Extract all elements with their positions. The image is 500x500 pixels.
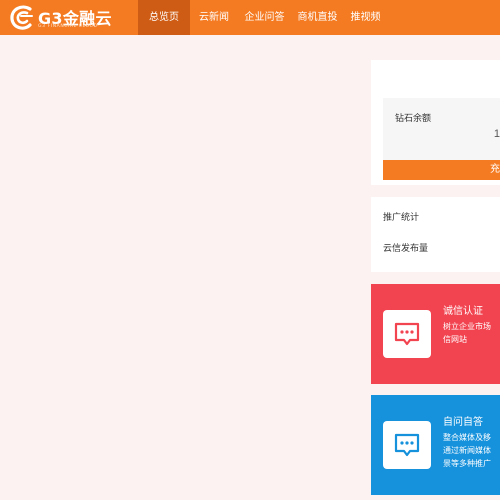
nav-tab-overview[interactable]: 总览页 [138,0,190,35]
promo-desc-line: 树立企业市场 [443,322,491,331]
promo-card-self-qa[interactable]: 自问自答 整合媒体及移 通过新闻媒体 景等多种推广 [371,395,500,495]
stats-title: 推广统计 [383,212,420,222]
promo-desc-line: 通过新闻媒体 [443,446,491,455]
g3-swirl-logo-icon [10,5,33,30]
nav-tab-business-direct[interactable]: 商机直投 [291,0,344,35]
brand-logo[interactable]: G3金融云 G3 FINANCIAL CLOUD [8,3,138,33]
publish-count-label: 云信发布量 [383,243,429,253]
promo-description: 树立企业市场 信网站 [443,320,500,346]
nav-tab-video-promo[interactable]: 推视频 [344,0,387,35]
promo-title: 诚信认证 [443,306,483,317]
chat-bubble-icon [394,322,420,346]
chat-bubble-icon [394,433,420,457]
promo-icon-box [383,310,431,358]
top-navigation-bar: G3金融云 G3 FINANCIAL CLOUD 总览页 云新闻 企业问答 商机… [0,0,500,35]
balance-value: 1 [493,128,500,140]
balance-label: 钻石余额 [395,113,432,123]
promo-desc-line: 景等多种推广 [443,459,491,468]
balance-card: 钻石余额 1 充 [371,60,500,185]
promo-card-credit-certification[interactable]: 诚信认证 树立企业市场 信网站 [371,284,500,384]
balance-panel: 钻石余额 1 [383,98,500,162]
nav-tab-enterprise-qa[interactable]: 企业问答 [238,0,291,35]
promo-desc-line: 整合媒体及移 [443,433,491,442]
promo-description: 整合媒体及移 通过新闻媒体 景等多种推广 [443,431,500,470]
nav-tab-cloud-news[interactable]: 云新闻 [190,0,238,35]
recharge-button[interactable]: 充 [383,160,500,180]
brand-subtitle: G3 FINANCIAL CLOUD [38,24,98,29]
main-nav: 总览页 云新闻 企业问答 商机直投 推视频 [138,0,387,35]
promo-title: 自问自答 [443,417,483,428]
promotion-stats-card: 推广统计 云信发布量 [371,197,500,272]
promo-desc-line: 信网站 [443,335,467,344]
promo-icon-box [383,421,431,469]
